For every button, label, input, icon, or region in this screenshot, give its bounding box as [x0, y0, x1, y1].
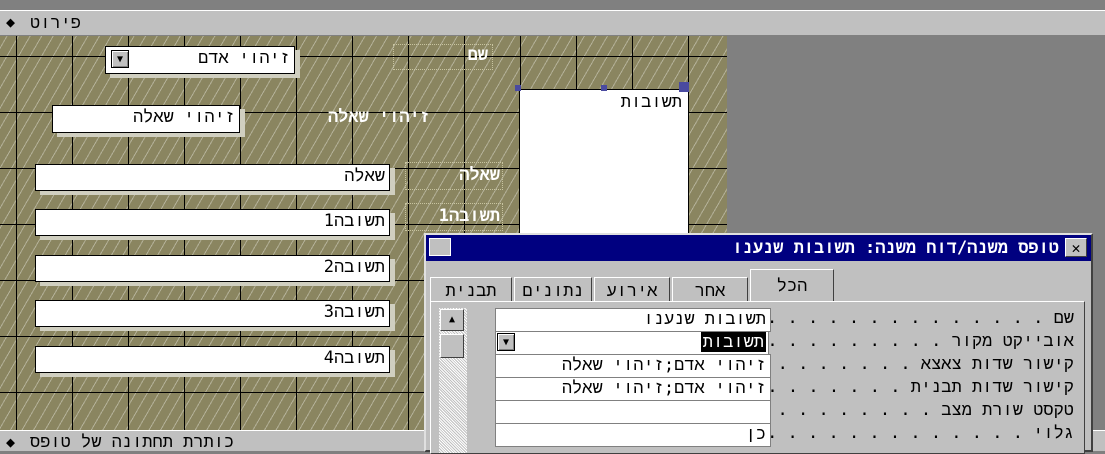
source-object-combo[interactable]: תשובות — [495, 331, 769, 355]
chevron-down-icon[interactable]: ▼ — [111, 50, 129, 68]
selection-handle[interactable] — [679, 82, 689, 92]
property-sheet-icon — [429, 238, 451, 256]
name-label[interactable]: שם — [400, 45, 488, 66]
scroll-up-icon[interactable]: ▲ — [440, 309, 464, 331]
property-value[interactable]: זיהוי אדם;זיהוי שאלה — [495, 377, 771, 401]
property-sheet-title: טופס משנה/דוח משנה: תשובות שנענו — [732, 238, 1059, 258]
person-id-combo[interactable]: זיהוי אדם — [105, 46, 295, 74]
chevron-down-icon[interactable]: ▼ — [497, 333, 515, 351]
property-name: גלוי . . . . . . . . . . . . . . . . . .… — [760, 423, 1074, 443]
person-id-combo-value: זיהוי אדם — [198, 48, 290, 68]
property-name: אובייקט מקור . . . . . . . . . . . . . .… — [760, 331, 1074, 351]
property-row[interactable]: שם . . . . . . . . . . . . . . . . . . .… — [495, 308, 1080, 332]
property-list: שם . . . . . . . . . . . . . . . . . . .… — [495, 308, 1080, 453]
property-row[interactable]: קישור שדות תבנית . . . . . . . . . . . .… — [495, 377, 1080, 401]
property-name: קישור שדות תבנית . . . . . . . . . . . .… — [760, 377, 1074, 397]
property-name: שם . . . . . . . . . . . . . . . . . . .… — [760, 308, 1074, 328]
scroll-thumb[interactable] — [440, 334, 464, 358]
property-row[interactable]: קישור שדות צאצא . . . . . . . . . . . . … — [495, 354, 1080, 378]
detail-section-label: פירוט — [30, 13, 82, 33]
property-name: קישור שדות צאצא . . . . . . . . . . . . … — [760, 354, 1074, 374]
answer4-field[interactable]: תשובה4 — [35, 346, 390, 373]
tab-all[interactable]: הכל — [750, 269, 834, 302]
property-row[interactable]: גלוי . . . . . . . . . . . . . . . . . .… — [495, 423, 1080, 447]
answer3-field-text: תשובה3 — [323, 302, 385, 322]
selection-handle[interactable] — [515, 85, 521, 91]
section-arrow-icon: ◆ — [6, 433, 16, 451]
property-row[interactable]: טקסט שורת מצב . . . . . . . . . . . . . … — [495, 400, 1080, 424]
property-name: טקסט שורת מצב . . . . . . . . . . . . . … — [760, 400, 1074, 420]
property-value[interactable]: תשובות שנענו — [495, 308, 771, 332]
answer1-label[interactable]: תשובה1 — [410, 206, 500, 227]
answer2-field-text: תשובה2 — [323, 257, 385, 277]
answer3-field[interactable]: תשובה3 — [35, 300, 390, 327]
property-scrollbar[interactable]: ▲ — [439, 308, 467, 453]
selection-handle[interactable] — [601, 85, 607, 91]
question-label[interactable]: שאלה — [410, 165, 500, 186]
property-value[interactable]: כן — [495, 423, 771, 447]
section-arrow-icon: ◆ — [6, 13, 16, 31]
answer1-field-text: תשובה1 — [323, 211, 385, 231]
close-icon[interactable]: ✕ — [1065, 238, 1087, 257]
property-value[interactable] — [495, 400, 771, 424]
subform-control[interactable]: תשובות — [519, 89, 689, 239]
question-field-text: שאלה — [344, 166, 385, 186]
property-value: תשובות — [700, 332, 766, 352]
question-field[interactable]: שאלה — [35, 164, 390, 191]
answer2-field[interactable]: תשובה2 — [35, 255, 390, 282]
question-id-label[interactable]: זיהוי שאלה — [325, 107, 430, 128]
property-panel: ▲ שם . . . . . . . . . . . . . . . . . .… — [430, 301, 1085, 454]
property-sheet-title-bar[interactable]: טופס משנה/דוח משנה: תשובות שנענו ✕ — [426, 235, 1091, 261]
detail-section-bar[interactable]: ◆ פירוט — [0, 10, 1105, 36]
question-id-field[interactable]: זיהוי שאלה — [52, 105, 240, 133]
answer1-field[interactable]: תשובה1 — [35, 209, 390, 236]
property-row[interactable]: אובייקט מקור . . . . . . . . . . . . . .… — [495, 331, 1080, 355]
property-sheet-window[interactable]: טופס משנה/דוח משנה: תשובות שנענו ✕ הכל א… — [424, 233, 1093, 454]
answer4-field-text: תשובה4 — [323, 348, 385, 368]
subform-control-label: תשובות — [620, 92, 682, 112]
footer-section-label: כותרת תחתונה של טופס — [30, 432, 235, 452]
property-value[interactable]: זיהוי אדם;זיהוי שאלה — [495, 354, 771, 378]
question-id-field-text: זיהוי שאלה — [132, 107, 235, 127]
